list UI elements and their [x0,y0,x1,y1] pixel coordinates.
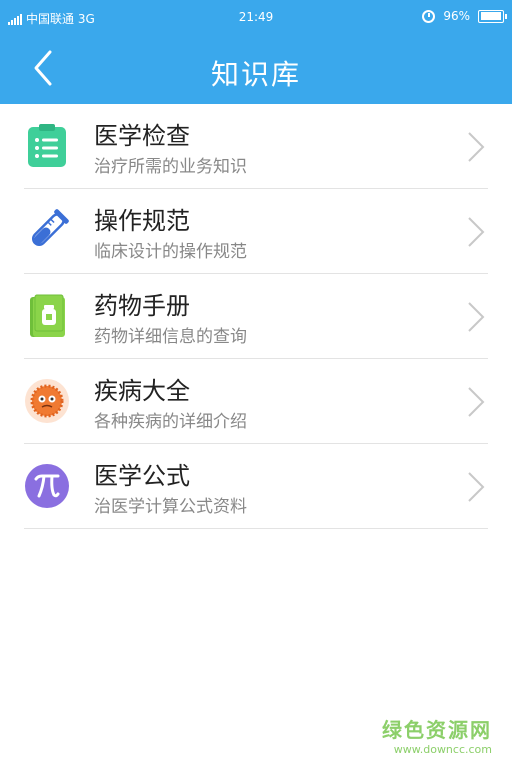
chevron-right-icon [468,132,485,162]
divider [24,528,488,529]
list-item-disease-encyclopedia[interactable]: 疾病大全 各种疾病的详细介绍 [0,359,512,444]
list-item-medical-exam[interactable]: 医学检查 治疗所需的业务知识 [0,104,512,189]
status-right: 96% [422,9,507,23]
list-item-medical-formula[interactable]: 医学公式 治医学计算公式资料 [0,444,512,529]
status-bar: 中国联通 3G 21:49 96% [0,0,512,34]
battery-percent: 96% [443,9,470,23]
chevron-right-icon [468,472,485,502]
clipboard-icon [28,124,66,167]
test-tube-icon [31,209,69,247]
knowledge-list: 医学检查 治疗所需的业务知识 操作规范 临床设计的操作规范 药物手册 药物详细信… [0,104,512,529]
medicine-book-icon [30,294,65,337]
item-subtitle: 治医学计算公式资料 [94,497,247,517]
chevron-right-icon [468,387,485,417]
battery-icon [478,9,507,23]
item-subtitle: 各种疾病的详细介绍 [94,412,247,432]
alarm-icon [422,9,436,23]
watermark-url: www.downcc.com [393,743,492,756]
item-subtitle: 药物详细信息的查询 [94,327,247,347]
nav-bar: 知识库 [0,34,512,104]
page-title: 知识库 [210,58,301,91]
item-title: 操作规范 [94,207,190,235]
item-subtitle: 治疗所需的业务知识 [94,157,247,177]
item-title: 药物手册 [94,292,190,320]
item-subtitle: 临床设计的操作规范 [94,242,247,262]
item-title: 医学公式 [94,462,190,490]
pi-icon [25,464,69,508]
list-item-operation-spec[interactable]: 操作规范 临床设计的操作规范 [0,189,512,274]
item-title: 医学检查 [94,122,190,150]
chevron-right-icon [468,217,485,247]
item-title: 疾病大全 [94,377,190,405]
watermark: 绿色资源网 www.downcc.com [382,714,492,756]
virus-icon [25,379,69,423]
list-item-drug-handbook[interactable]: 药物手册 药物详细信息的查询 [0,274,512,359]
chevron-right-icon [468,302,485,332]
watermark-name: 绿色资源网 [382,718,492,742]
